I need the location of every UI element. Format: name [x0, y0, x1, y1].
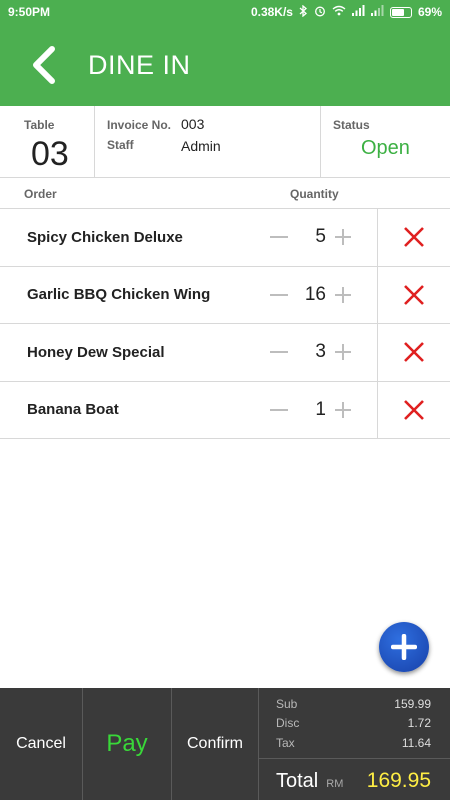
decrease-quantity-button[interactable]	[267, 324, 291, 381]
table-cell: Table 03	[0, 106, 95, 177]
order-list: Spicy Chicken Deluxe 5 Garlic BBQ Chicke…	[0, 209, 450, 439]
order-info-header: Table 03 Invoice No. 003 Staff Admin Sta…	[0, 106, 450, 178]
remove-item-button[interactable]	[377, 266, 450, 323]
discount-row: Disc 1.72	[276, 716, 431, 730]
table-label: Table	[24, 118, 55, 132]
minus-icon	[270, 351, 288, 354]
increase-quantity-button[interactable]	[331, 382, 355, 439]
signal-icon	[351, 5, 365, 19]
page-title: DINE IN	[88, 49, 191, 80]
increase-quantity-button[interactable]	[331, 267, 355, 324]
minus-icon	[270, 408, 288, 411]
close-icon	[404, 227, 424, 248]
quantity-value: 3	[315, 341, 326, 363]
total-label: Total	[276, 769, 319, 792]
subtotal-label: Sub	[276, 697, 298, 711]
close-icon	[404, 399, 424, 420]
order-item-name: Spicy Chicken Deluxe	[27, 228, 183, 246]
battery-icon	[389, 6, 412, 18]
order-row: Spicy Chicken Deluxe 5	[0, 209, 450, 267]
order-row: Banana Boat 1	[0, 381, 450, 439]
order-item-name: Honey Dew Special	[27, 343, 165, 361]
discount-value: 1.72	[407, 716, 431, 730]
minus-icon	[270, 293, 288, 296]
quantity-value: 16	[304, 283, 326, 305]
close-icon	[404, 342, 424, 363]
status-right: 0.38K/s 69%	[250, 4, 442, 20]
bottom-action-bar: Cancel Pay Confirm Sub 159.99 Disc 1.72 …	[0, 688, 450, 800]
status-time: 9:50PM	[8, 5, 51, 19]
add-item-button[interactable]	[379, 622, 429, 672]
decrease-quantity-button[interactable]	[267, 382, 291, 439]
plus-icon	[335, 229, 351, 246]
totals-panel: Sub 159.99 Disc 1.72 Tax 11.64 Total RM …	[259, 688, 450, 800]
bluetooth-icon	[299, 4, 308, 20]
order-item-name: Banana Boat	[27, 401, 119, 419]
order-item-name: Garlic BBQ Chicken Wing	[27, 286, 211, 304]
remove-item-button[interactable]	[377, 324, 450, 381]
status-value: Open	[361, 137, 410, 159]
close-icon	[404, 284, 424, 305]
chevron-left-icon	[33, 46, 55, 84]
quantity-value: 5	[315, 226, 326, 248]
table-number: 03	[31, 135, 69, 173]
plus-icon	[335, 401, 351, 418]
quantity-value: 1	[315, 398, 326, 420]
order-column-label: Order	[24, 187, 57, 201]
staff-label: Staff	[107, 138, 134, 152]
minus-icon	[270, 236, 288, 239]
cancel-button[interactable]: Cancel	[0, 688, 83, 800]
plus-icon	[335, 286, 351, 303]
app-bar: DINE IN	[0, 24, 450, 106]
increase-quantity-button[interactable]	[331, 324, 355, 381]
plus-icon	[335, 344, 351, 361]
remove-item-button[interactable]	[377, 209, 450, 266]
battery-level	[391, 8, 404, 16]
back-button[interactable]	[12, 24, 74, 106]
invoice-number: 003	[181, 116, 205, 132]
pay-button[interactable]: Pay	[83, 688, 172, 800]
quantity-column-label: Quantity	[290, 187, 339, 201]
status-bar: 9:50PM 0.38K/s 69%	[0, 0, 450, 24]
tax-label: Tax	[276, 736, 295, 750]
staff-name: Admin	[181, 138, 221, 154]
discount-label: Disc	[276, 716, 300, 730]
status-cell: Status Open	[321, 106, 450, 177]
signal-icon	[370, 5, 384, 19]
subtotal-value: 159.99	[394, 697, 431, 711]
subtotal-row: Sub 159.99	[276, 697, 431, 711]
tax-value: 11.64	[401, 736, 431, 750]
wifi-icon	[332, 5, 346, 19]
order-row: Garlic BBQ Chicken Wing 16	[0, 266, 450, 324]
order-column-header: Order Quantity	[0, 178, 450, 209]
alarm-icon	[314, 5, 326, 20]
remove-item-button[interactable]	[377, 381, 450, 438]
grand-total-row: Total RM 169.95	[276, 762, 431, 800]
invoice-label: Invoice No.	[107, 118, 172, 132]
status-label: Status	[333, 118, 370, 132]
invoice-cell: Invoice No. 003 Staff Admin	[95, 106, 321, 177]
battery-percent: 69%	[417, 5, 442, 19]
order-row: Honey Dew Special 3	[0, 324, 450, 382]
decrease-quantity-button[interactable]	[267, 209, 291, 266]
total-value: 169.95	[366, 769, 431, 792]
decrease-quantity-button[interactable]	[267, 267, 291, 324]
plus-icon	[391, 634, 417, 660]
confirm-button[interactable]: Confirm	[172, 688, 259, 800]
increase-quantity-button[interactable]	[331, 209, 355, 266]
net-speed: 0.38K/s	[250, 5, 293, 19]
totals-divider	[259, 758, 450, 759]
tax-row: Tax 11.64	[276, 736, 431, 750]
currency-label: RM	[326, 777, 344, 790]
